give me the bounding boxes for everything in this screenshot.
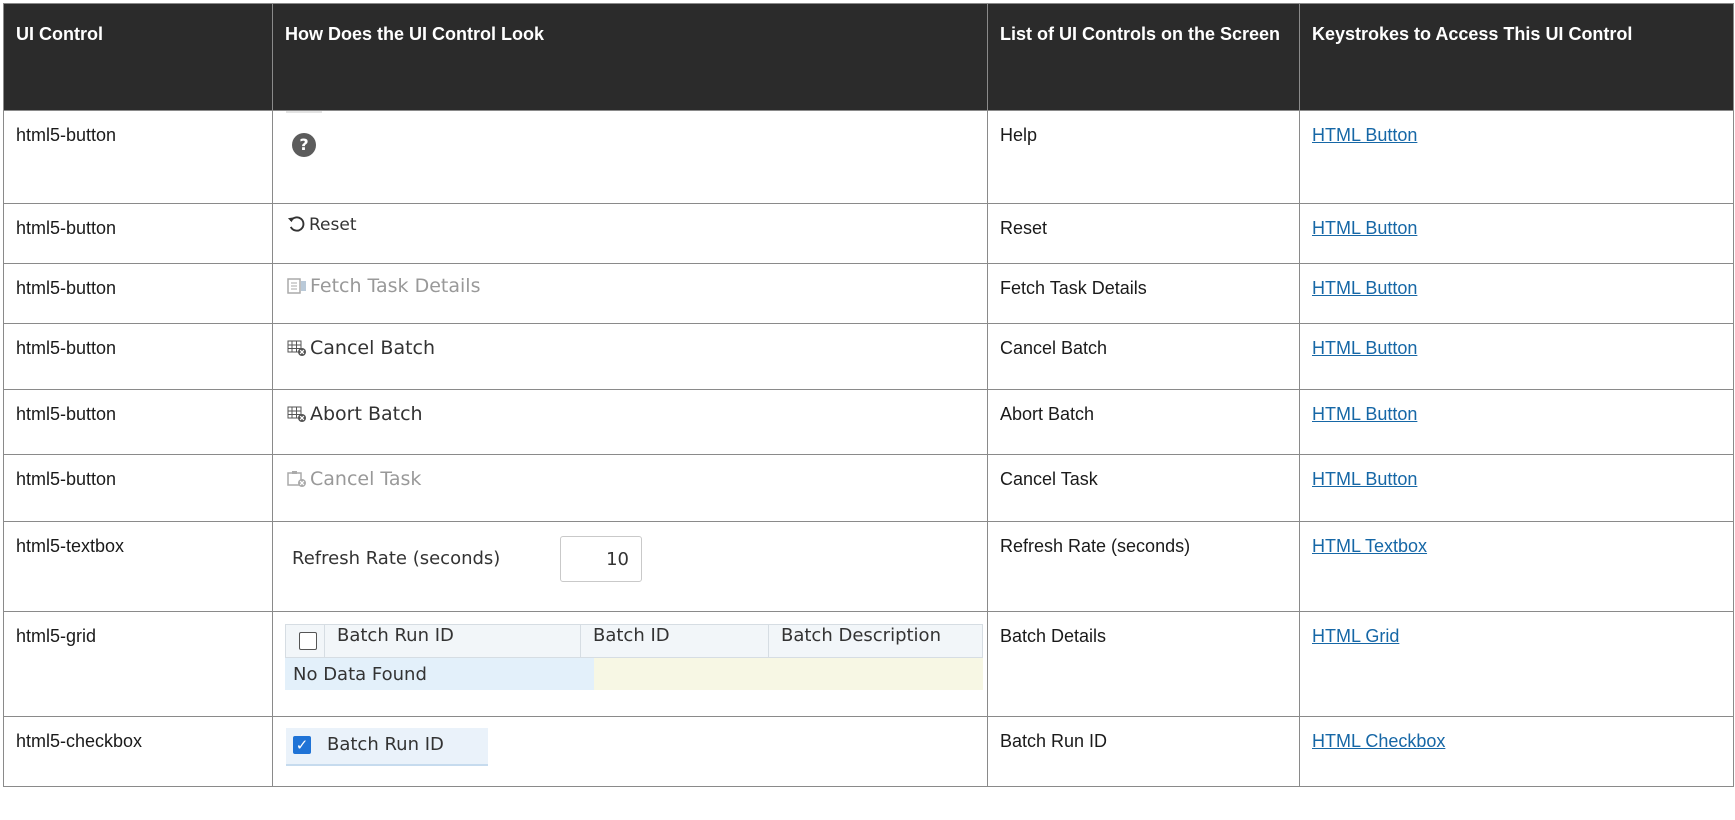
- control-name: Help: [987, 110, 1300, 204]
- checkbox-row: ✓ Batch Run ID: [286, 728, 488, 766]
- grid-select-all-checkbox[interactable]: [299, 632, 317, 650]
- reset-label: Reset: [309, 215, 357, 235]
- keystroke-link[interactable]: HTML Button: [1312, 218, 1417, 238]
- keystroke-cell: HTML Button: [1299, 110, 1734, 204]
- grid-col-batch-id[interactable]: Batch ID: [580, 625, 768, 657]
- cancel-task-button[interactable]: Cancel Task: [287, 468, 421, 490]
- grid-col-batch-run-id[interactable]: Batch Run ID: [324, 625, 580, 657]
- control-type: html5-textbox: [3, 521, 273, 612]
- header-row: UI Control How Does the UI Control Look …: [3, 3, 1734, 111]
- fetch-task-details-button[interactable]: Fetch Task Details: [287, 275, 480, 297]
- abort-batch-icon: [287, 406, 306, 422]
- control-name: Cancel Task: [987, 454, 1300, 522]
- keystroke-cell: HTML Button: [1299, 389, 1734, 455]
- look-cell: Cancel Batch: [272, 323, 988, 390]
- keystroke-link[interactable]: HTML Grid: [1312, 626, 1399, 646]
- cancel-task-icon: [287, 471, 306, 487]
- cancel-batch-button[interactable]: Cancel Batch: [287, 337, 435, 359]
- task-details-icon: [287, 278, 306, 294]
- look-cell: ?: [272, 110, 988, 204]
- col-header-keystrokes: Keystrokes to Access This UI Control: [1299, 3, 1734, 111]
- table-row: html5-textbox Refresh Rate (seconds) Ref…: [3, 521, 1734, 612]
- keystroke-cell: HTML Button: [1299, 454, 1734, 522]
- help-icon[interactable]: ?: [292, 133, 316, 157]
- keystroke-cell: HTML Checkbox: [1299, 716, 1734, 787]
- keystroke-link[interactable]: HTML Textbox: [1312, 536, 1427, 556]
- table-row: html5-checkbox ✓ Batch Run ID Batch Run …: [3, 716, 1734, 787]
- control-name: Batch Details: [987, 611, 1300, 717]
- look-cell: ✓ Batch Run ID: [272, 716, 988, 787]
- table-row: html5-button Cancel Batch Cancel Batch H…: [3, 323, 1734, 390]
- batch-run-id-checkbox[interactable]: ✓: [293, 736, 311, 754]
- control-name: Batch Run ID: [987, 716, 1300, 787]
- table-row: html5-grid Batch Run ID Batch ID Batch D…: [3, 611, 1734, 717]
- control-name: Reset: [987, 203, 1300, 264]
- control-type: html5-button: [3, 323, 273, 390]
- batch-run-id-label: Batch Run ID: [327, 734, 444, 755]
- control-type: html5-checkbox: [3, 716, 273, 787]
- fetch-task-details-label: Fetch Task Details: [310, 275, 481, 297]
- keystroke-link[interactable]: HTML Button: [1312, 338, 1417, 358]
- control-name: Fetch Task Details: [987, 263, 1300, 324]
- look-cell: Fetch Task Details: [272, 263, 988, 324]
- ui-controls-table: UI Control How Does the UI Control Look …: [3, 3, 1734, 787]
- abort-batch-label: Abort Batch: [310, 403, 423, 425]
- batch-details-grid[interactable]: Batch Run ID Batch ID Batch Description …: [285, 624, 983, 690]
- keystroke-cell: HTML Button: [1299, 323, 1734, 390]
- abort-batch-button[interactable]: Abort Batch: [287, 403, 423, 425]
- reset-button[interactable]: Reset: [287, 215, 357, 235]
- col-header-list: List of UI Controls on the Screen: [987, 3, 1300, 111]
- control-type: html5-button: [3, 203, 273, 264]
- grid-header: Batch Run ID Batch ID Batch Description: [285, 624, 983, 658]
- control-type: html5-button: [3, 454, 273, 522]
- keystroke-cell: HTML Button: [1299, 203, 1734, 264]
- control-name: Refresh Rate (seconds): [987, 521, 1300, 612]
- cancel-batch-label: Cancel Batch: [310, 337, 436, 359]
- keystroke-cell: HTML Button: [1299, 263, 1734, 324]
- control-name: Abort Batch: [987, 389, 1300, 455]
- look-cell: Refresh Rate (seconds): [272, 521, 988, 612]
- keystroke-link[interactable]: HTML Button: [1312, 404, 1417, 424]
- look-cell: Abort Batch: [272, 389, 988, 455]
- cancel-batch-icon: [287, 340, 306, 356]
- control-type: html5-button: [3, 389, 273, 455]
- keystroke-cell: HTML Textbox: [1299, 521, 1734, 612]
- keystroke-link[interactable]: HTML Button: [1312, 278, 1417, 298]
- control-type: html5-grid: [3, 611, 273, 717]
- control-type: html5-button: [3, 263, 273, 324]
- look-cell: Batch Run ID Batch ID Batch Description …: [272, 611, 988, 717]
- table-row: html5-button Cancel Task Cancel Task HTM…: [3, 454, 1734, 522]
- cancel-task-label: Cancel Task: [310, 468, 422, 490]
- table-row: html5-button Reset Reset HTML Button: [3, 203, 1734, 264]
- grid-col-batch-description[interactable]: Batch Description: [768, 625, 982, 657]
- grid-empty-message: No Data Found: [293, 664, 427, 685]
- table-row: html5-button Abort Batch Abort Batch HTM…: [3, 389, 1734, 455]
- keystroke-link[interactable]: HTML Checkbox: [1312, 731, 1445, 751]
- col-header-ui-control: UI Control: [3, 3, 273, 111]
- keystroke-cell: HTML Grid: [1299, 611, 1734, 717]
- col-header-look: How Does the UI Control Look: [272, 3, 988, 111]
- grid-empty-area: [594, 658, 983, 690]
- refresh-rate-input[interactable]: [560, 536, 642, 582]
- control-name: Cancel Batch: [987, 323, 1300, 390]
- table-row: html5-button ? Help HTML Button: [3, 110, 1734, 204]
- reset-icon: [287, 216, 305, 232]
- look-cell: Reset: [272, 203, 988, 264]
- control-type: html5-button: [3, 110, 273, 204]
- divider: [286, 111, 322, 113]
- keystroke-link[interactable]: HTML Button: [1312, 125, 1417, 145]
- refresh-rate-label: Refresh Rate (seconds): [292, 548, 501, 569]
- keystroke-link[interactable]: HTML Button: [1312, 469, 1417, 489]
- table-row: html5-button Fetch Task Details Fetch Ta…: [3, 263, 1734, 324]
- look-cell: Cancel Task: [272, 454, 988, 522]
